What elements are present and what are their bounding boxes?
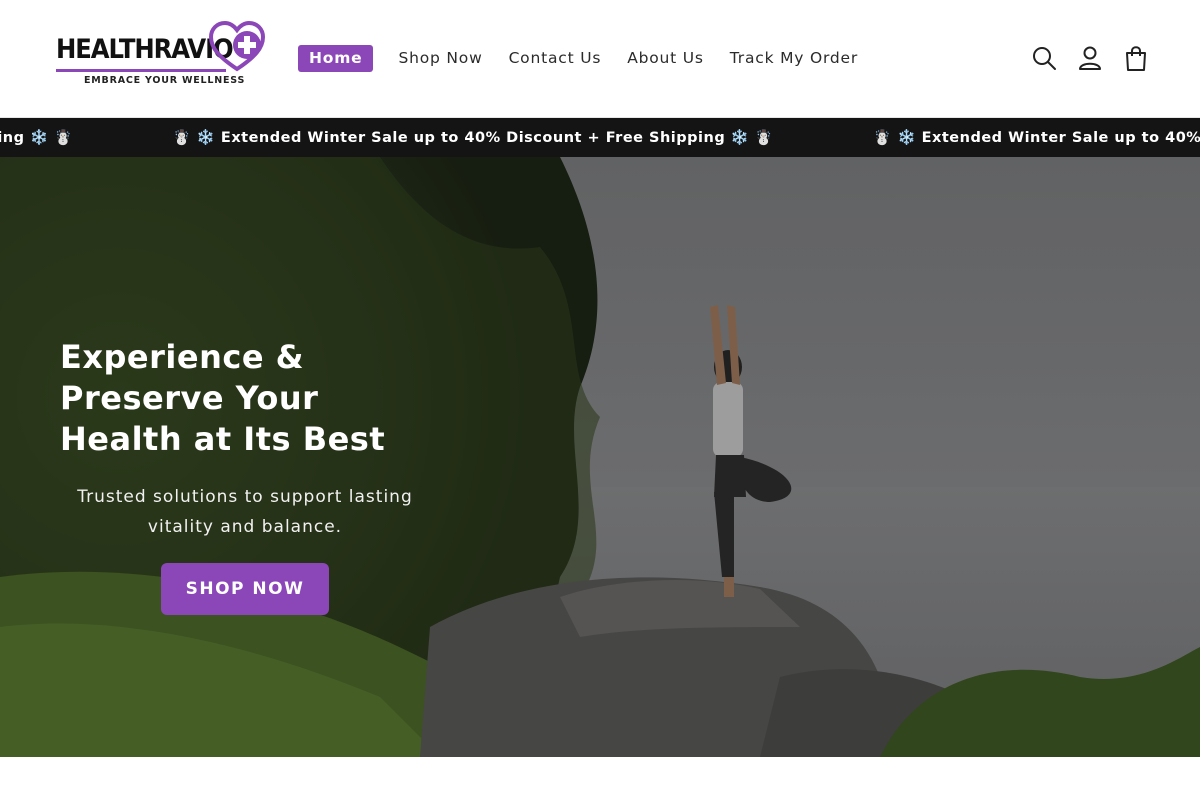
hero-title: Experience & Preserve Your Health at Its… [60,338,386,458]
main-nav: Home Shop Now Contact Us About Us Track … [298,45,884,72]
brand-tagline: EMBRACE YOUR WELLNESS [84,75,246,86]
nav-item-track-my-order[interactable]: Track My Order [730,45,858,72]
nav-item-shop-now[interactable]: Shop Now [398,45,482,72]
announcement-text: ☃️ ❄️ Extended Winter Sale up to 40% Dis… [172,130,774,146]
nav-item-home[interactable]: Home [298,45,374,72]
logo-underline [56,69,226,72]
brand-name: HEALTHRAVIO [56,34,234,65]
shop-now-button[interactable]: SHOP NOW [161,563,329,615]
hero-subtitle: Trusted solutions to support lasting vit… [77,487,413,537]
search-icon[interactable] [1030,44,1058,72]
site-header: HEALTHRAVIO EMBRACE YOUR WELLNESS Home S… [0,0,1200,118]
announcement-marquee: ☃️ ❄️ Extended Winter Sale up to 40% Dis… [0,118,1200,157]
cart-icon[interactable] [1122,44,1150,72]
nav-item-contact-us[interactable]: Contact Us [509,45,602,72]
account-icon[interactable] [1076,44,1104,72]
announcement-text: ☃️ ❄️ Extended Winter Sale up to 40% Dis… [873,130,1200,146]
brand-logo[interactable]: HEALTHRAVIO EMBRACE YOUR WELLNESS [56,20,266,90]
hero-banner: Experience & Preserve Your Health at Its… [0,157,1200,757]
hero-content: Experience & Preserve Your Health at Its… [60,337,430,615]
nav-item-about-us[interactable]: About Us [627,45,704,72]
announcement-bar: ☃️ ❄️ Extended Winter Sale up to 40% Dis… [0,118,1200,157]
heart-plus-icon [209,21,265,72]
announcement-text: ☃️ ❄️ Extended Winter Sale up to 40% Dis… [0,130,73,146]
